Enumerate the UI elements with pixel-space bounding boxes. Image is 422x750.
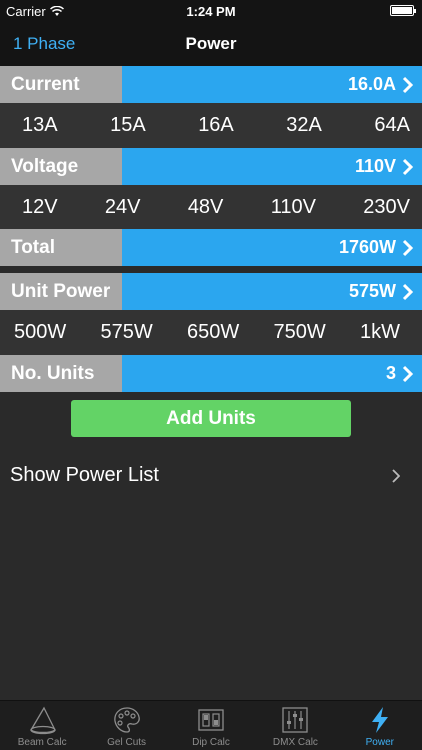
total-label: Total xyxy=(0,229,122,266)
status-time: 1:24 PM xyxy=(186,4,236,19)
dip-switch-icon xyxy=(198,709,224,731)
current-value[interactable]: 16.0A xyxy=(122,66,422,103)
battery-icon xyxy=(390,5,416,16)
voltage-options: 12V 24V 48V 110V 230V xyxy=(0,185,422,230)
chevron-right-icon xyxy=(402,365,414,382)
voltage-option[interactable]: 12V xyxy=(22,196,58,219)
voltage-value[interactable]: 110V xyxy=(122,148,422,185)
chevron-right-icon xyxy=(402,158,414,175)
tab-label: Gel Cuts xyxy=(107,737,147,748)
units-row[interactable]: No. Units 3 xyxy=(0,355,422,392)
chevron-right-icon xyxy=(402,283,414,300)
nav-bar: 1 Phase Power xyxy=(0,22,422,66)
total-row[interactable]: Total 1760W xyxy=(0,229,422,266)
current-row[interactable]: Current 16.0A xyxy=(0,66,422,103)
show-power-list-label: Show Power List xyxy=(10,463,159,486)
chevron-right-icon xyxy=(392,469,400,483)
voltage-option[interactable]: 24V xyxy=(105,196,141,219)
tab-power[interactable]: Power xyxy=(338,701,422,750)
voltage-label: Voltage xyxy=(0,148,122,185)
voltage-row[interactable]: Voltage 110V xyxy=(0,148,422,185)
units-label: No. Units xyxy=(0,355,122,392)
status-bar: Carrier 1:24 PM xyxy=(0,0,422,22)
lightning-icon xyxy=(371,707,388,733)
current-option[interactable]: 13A xyxy=(22,114,58,137)
current-option[interactable]: 16A xyxy=(198,114,234,137)
page-title: Power xyxy=(185,34,237,53)
voltage-option[interactable]: 48V xyxy=(188,196,224,219)
unit-power-option[interactable]: 750W xyxy=(274,321,326,344)
unit-power-option[interactable]: 500W xyxy=(14,321,66,344)
voltage-value-text: 110V xyxy=(354,156,396,176)
unit-power-option[interactable]: 575W xyxy=(101,321,153,344)
add-units-button[interactable]: Add Units xyxy=(71,400,351,437)
sliders-icon xyxy=(282,707,309,733)
tab-beam-calc[interactable]: Beam Calc xyxy=(0,701,84,750)
current-option[interactable]: 64A xyxy=(374,114,410,137)
voltage-option[interactable]: 230V xyxy=(363,196,410,219)
current-value-text: 16.0A xyxy=(347,74,396,94)
tab-dip-calc[interactable]: Dip Calc xyxy=(169,701,253,750)
tab-bar: Beam Calc Gel Cuts Dip Calc DMX Calc Pow… xyxy=(0,700,422,750)
beam-icon xyxy=(30,706,57,735)
chevron-right-icon xyxy=(402,239,414,256)
unit-power-option[interactable]: 1kW xyxy=(360,321,400,344)
unit-power-value[interactable]: 575W xyxy=(122,273,422,310)
unit-power-option[interactable]: 650W xyxy=(187,321,239,344)
tab-gel-cuts[interactable]: Gel Cuts xyxy=(84,701,168,750)
tab-dmx-calc[interactable]: DMX Calc xyxy=(253,701,337,750)
palette-icon xyxy=(113,707,140,733)
tab-label: Beam Calc xyxy=(17,737,67,748)
current-option[interactable]: 15A xyxy=(110,114,146,137)
unit-power-value-text: 575W xyxy=(348,281,396,301)
voltage-option[interactable]: 110V xyxy=(271,196,316,219)
current-options: 13A 15A 16A 32A 64A xyxy=(0,103,422,148)
current-option[interactable]: 32A xyxy=(286,114,322,137)
total-value-text: 1760W xyxy=(338,237,396,257)
show-power-list[interactable]: Show Power List xyxy=(0,455,422,495)
total-value[interactable]: 1760W xyxy=(122,229,422,266)
units-value[interactable]: 3 xyxy=(122,355,422,392)
tab-label: DMX Calc xyxy=(272,737,318,748)
chevron-right-icon xyxy=(402,76,414,93)
current-label: Current xyxy=(0,66,122,103)
unit-power-row[interactable]: Unit Power 575W xyxy=(0,273,422,310)
units-value-text: 3 xyxy=(385,363,396,383)
tab-label: Dip Calc xyxy=(192,737,230,748)
unit-power-options: 500W 575W 650W 750W 1kW xyxy=(0,310,422,355)
tab-label: Power xyxy=(365,737,394,748)
unit-power-label: Unit Power xyxy=(0,273,122,310)
